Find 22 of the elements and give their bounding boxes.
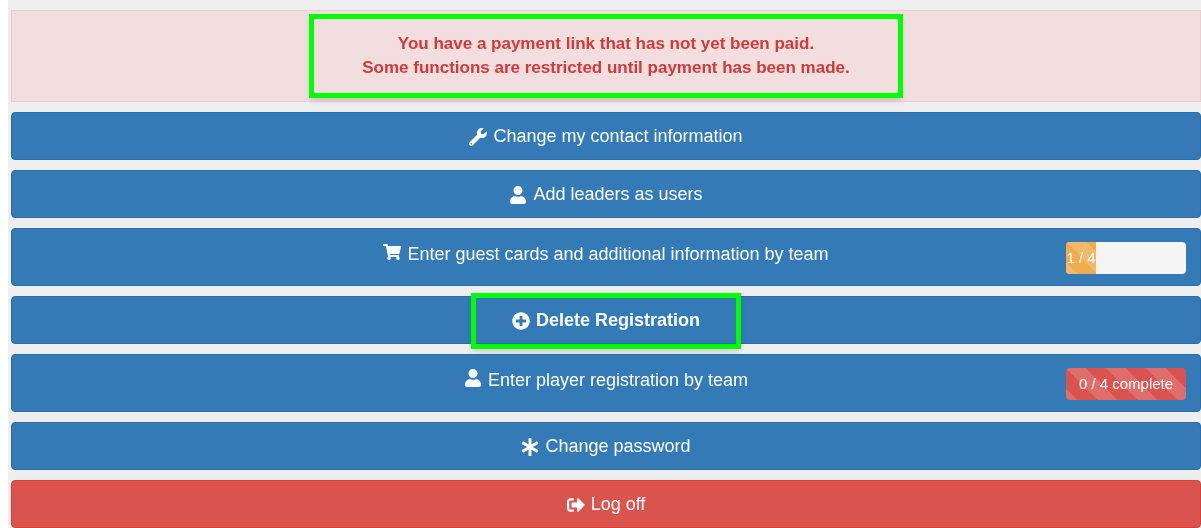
asterisk-icon <box>521 438 540 456</box>
menu-button[interactable]: Change password <box>12 423 1200 469</box>
button-label: Change password <box>545 434 691 458</box>
button-label: Add leaders as users <box>533 182 703 206</box>
menu-button[interactable]: Change my contact information <box>12 113 1200 159</box>
progress-label: 1 / 4 <box>1066 247 1096 268</box>
cart-icon <box>383 243 402 261</box>
button-label: Delete Registration <box>535 308 700 332</box>
user-icon <box>509 186 528 204</box>
alert-text: You have a payment link that has not yet been paid. <box>397 33 815 55</box>
menu-button[interactable]: Delete Registration <box>12 297 1200 343</box>
progress-label: 0 / 4 complete <box>1078 373 1174 394</box>
wrench-icon <box>469 128 488 146</box>
menu-button[interactable]: Log off <box>12 481 1200 527</box>
menu-button[interactable]: Add leaders as users <box>12 171 1200 217</box>
button-label: Log off <box>590 492 646 516</box>
button-label: Change my contact information <box>493 124 743 148</box>
user-icon <box>463 369 482 387</box>
alert-text: Some functions are restricted until payment has been made. <box>362 57 850 79</box>
button-label: Enter guest cards and additional information by team <box>407 243 829 266</box>
button-label: Enter player registration by team <box>487 369 749 392</box>
logout-icon <box>566 496 585 514</box>
